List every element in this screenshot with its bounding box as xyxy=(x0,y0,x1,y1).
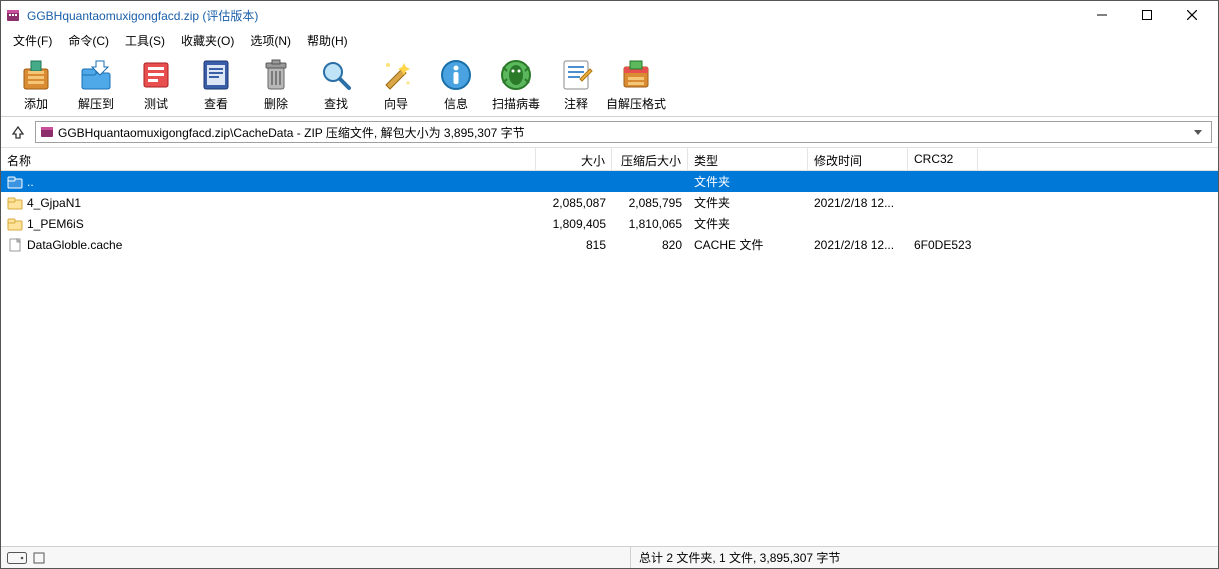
info-icon xyxy=(438,57,474,93)
go-up-button[interactable] xyxy=(7,121,29,143)
path-text: GGBHquantaomuxigongfacd.zip\CacheData - … xyxy=(58,124,525,141)
view-button[interactable]: 查看 xyxy=(189,55,243,114)
file-packed: 1,810,065 xyxy=(612,215,688,233)
extract-icon xyxy=(78,57,114,93)
close-button[interactable] xyxy=(1169,1,1214,29)
file-size: 815 xyxy=(536,236,612,254)
menu-item[interactable]: 文件(F) xyxy=(7,30,58,51)
table-row[interactable]: 1_PEM6iS 1,809,4051,810,065文件夹 xyxy=(1,213,1218,234)
delete-button[interactable]: 删除 xyxy=(249,55,303,114)
menu-item[interactable]: 命令(C) xyxy=(62,30,115,51)
comment-icon xyxy=(558,57,594,93)
test-button[interactable]: 测试 xyxy=(129,55,183,114)
toolbar-label: 向导 xyxy=(384,95,408,112)
file-name: .. xyxy=(27,175,34,189)
toolbar-label: 查看 xyxy=(204,95,228,112)
wizard-button[interactable]: 向导 xyxy=(369,55,423,114)
view-icon xyxy=(198,57,234,93)
file-size: 1,809,405 xyxy=(536,215,612,233)
minimize-button[interactable] xyxy=(1079,1,1124,29)
toolbar-label: 测试 xyxy=(144,95,168,112)
virusscan-icon xyxy=(498,57,534,93)
list-header: 名称 大小 压缩后大小 类型 修改时间 CRC32 xyxy=(1,147,1218,171)
status-bar: 总计 2 文件夹, 1 文件, 3,895,307 字节 xyxy=(1,546,1218,568)
file-type: 文件夹 xyxy=(688,192,808,213)
find-button[interactable]: 查找 xyxy=(309,55,363,114)
column-type[interactable]: 类型 xyxy=(688,148,808,170)
toolbar-label: 扫描病毒 xyxy=(492,95,540,112)
wizard-icon xyxy=(378,57,414,93)
column-name[interactable]: 名称 xyxy=(1,148,536,170)
maximize-button[interactable] xyxy=(1124,1,1169,29)
column-modified[interactable]: 修改时间 xyxy=(808,148,908,170)
menu-item[interactable]: 帮助(H) xyxy=(301,30,354,51)
disk-progress-icon xyxy=(33,552,45,564)
table-row[interactable]: .. 文件夹 xyxy=(1,171,1218,192)
menu-item[interactable]: 工具(S) xyxy=(119,30,171,51)
file-list[interactable]: ..文件夹4_GjpaN12,085,0872,085,795文件夹2021/2… xyxy=(1,171,1218,546)
column-size[interactable]: 大小 xyxy=(536,148,612,170)
toolbar-label: 添加 xyxy=(24,95,48,112)
file-packed: 820 xyxy=(612,236,688,254)
file-size: 2,085,087 xyxy=(536,194,612,212)
toolbar: 添加 解压到 测试 查看 删除 查找 向导 信息 扫描病毒 注释 自解压格式 xyxy=(1,51,1218,117)
file-type: 文件夹 xyxy=(688,213,808,234)
window-controls xyxy=(1079,1,1214,29)
file-crc xyxy=(908,180,978,184)
menu-item[interactable]: 收藏夹(O) xyxy=(175,30,240,51)
file-icon xyxy=(7,238,23,252)
file-size xyxy=(536,180,612,184)
file-type: CACHE 文件 xyxy=(688,234,808,255)
test-icon xyxy=(138,57,174,93)
folder-icon xyxy=(7,217,23,231)
file-crc xyxy=(908,201,978,205)
table-row[interactable]: DataGloble.cache 815820CACHE 文件2021/2/18 … xyxy=(1,234,1218,255)
table-row[interactable]: 4_GjpaN1 2,085,0872,085,795文件夹2021/2/18 1… xyxy=(1,192,1218,213)
virusscan-button[interactable]: 扫描病毒 xyxy=(489,55,543,114)
file-packed: 2,085,795 xyxy=(612,194,688,212)
toolbar-label: 解压到 xyxy=(78,95,114,112)
menu-bar: 文件(F)命令(C)工具(S)收藏夹(O)选项(N)帮助(H) xyxy=(1,29,1218,51)
file-type: 文件夹 xyxy=(688,171,808,192)
app-icon xyxy=(5,7,21,23)
file-name: DataGloble.cache xyxy=(27,238,122,252)
path-dropdown-icon[interactable] xyxy=(1189,128,1207,136)
file-name: 4_GjpaN1 xyxy=(27,196,81,210)
menu-item[interactable]: 选项(N) xyxy=(244,30,297,51)
file-crc xyxy=(908,222,978,226)
info-button[interactable]: 信息 xyxy=(429,55,483,114)
add-button[interactable]: 添加 xyxy=(9,55,63,114)
delete-icon xyxy=(258,57,294,93)
archive-icon xyxy=(40,125,54,139)
path-bar: GGBHquantaomuxigongfacd.zip\CacheData - … xyxy=(1,117,1218,147)
toolbar-label: 查找 xyxy=(324,95,348,112)
folder-icon xyxy=(7,196,23,210)
column-packed[interactable]: 压缩后大小 xyxy=(612,148,688,170)
toolbar-label: 自解压格式 xyxy=(606,95,666,112)
window-title: GGBHquantaomuxigongfacd.zip (评估版本) xyxy=(27,7,258,24)
title-bar: GGBHquantaomuxigongfacd.zip (评估版本) xyxy=(1,1,1218,29)
file-crc: 6F0DE523 xyxy=(908,236,978,254)
path-input[interactable]: GGBHquantaomuxigongfacd.zip\CacheData - … xyxy=(35,121,1212,143)
toolbar-label: 注释 xyxy=(564,95,588,112)
file-packed xyxy=(612,180,688,184)
find-icon xyxy=(318,57,354,93)
file-modified: 2021/2/18 12... xyxy=(808,194,908,212)
toolbar-label: 信息 xyxy=(444,95,468,112)
sfx-button[interactable]: 自解压格式 xyxy=(609,55,663,114)
file-modified xyxy=(808,222,908,226)
comment-button[interactable]: 注释 xyxy=(549,55,603,114)
toolbar-label: 删除 xyxy=(264,95,288,112)
column-crc[interactable]: CRC32 xyxy=(908,148,978,170)
updir-icon xyxy=(7,175,23,189)
file-modified: 2021/2/18 12... xyxy=(808,236,908,254)
file-name: 1_PEM6iS xyxy=(27,217,84,231)
add-icon xyxy=(18,57,54,93)
extract-button[interactable]: 解压到 xyxy=(69,55,123,114)
file-modified xyxy=(808,180,908,184)
sfx-icon xyxy=(618,57,654,93)
disk-icon xyxy=(7,552,27,564)
status-text: 总计 2 文件夹, 1 文件, 3,895,307 字节 xyxy=(631,549,848,566)
